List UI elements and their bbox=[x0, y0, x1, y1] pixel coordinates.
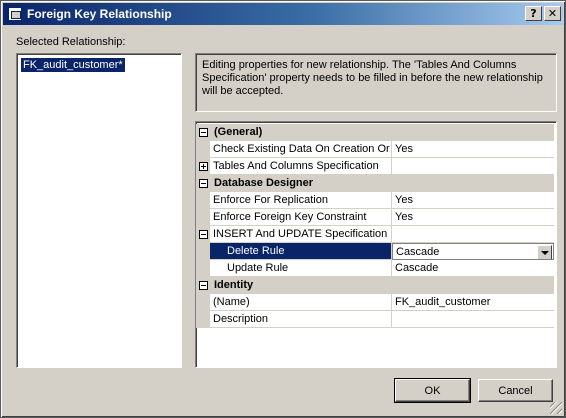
relationship-list-item[interactable]: FK_audit_customer* bbox=[21, 58, 125, 72]
property-value[interactable] bbox=[392, 226, 554, 243]
dropdown-arrow-icon[interactable] bbox=[537, 245, 552, 259]
relationship-list[interactable]: FK_audit_customer* bbox=[16, 53, 182, 368]
property-name: INSERT And UPDATE Specification bbox=[210, 226, 392, 243]
ok-button[interactable]: OK bbox=[394, 378, 471, 403]
property-value[interactable] bbox=[392, 311, 554, 328]
selected-relationship-label: Selected Relationship: bbox=[16, 36, 126, 48]
property-grid[interactable]: (General) Check Existing Data On Creatio… bbox=[195, 121, 557, 368]
property-value[interactable] bbox=[392, 158, 554, 175]
property-name: Update Rule bbox=[210, 260, 392, 277]
property-row-delete-rule[interactable]: Delete Rule Cascade bbox=[196, 243, 554, 260]
property-name: Enforce For Replication bbox=[210, 192, 392, 209]
property-row-enforce-replication[interactable]: Enforce For Replication Yes bbox=[196, 192, 554, 209]
category-database-designer[interactable]: Database Designer bbox=[196, 175, 554, 192]
row-gutter bbox=[196, 209, 210, 226]
collapse-icon[interactable] bbox=[199, 281, 208, 290]
expand-icon[interactable] bbox=[199, 162, 208, 171]
category-title: (General) bbox=[214, 126, 263, 138]
property-value[interactable]: Yes bbox=[392, 141, 554, 158]
close-button[interactable]: ✕ bbox=[544, 6, 561, 21]
property-name: Delete Rule bbox=[210, 243, 392, 260]
property-row-tables-columns[interactable]: Tables And Columns Specification bbox=[196, 158, 554, 175]
cancel-button[interactable]: Cancel bbox=[478, 379, 553, 402]
dialog-icon bbox=[8, 7, 22, 21]
info-panel: Editing properties for new relationship.… bbox=[195, 53, 557, 112]
delete-rule-dropdown[interactable]: Cascade bbox=[392, 243, 554, 260]
category-identity[interactable]: Identity bbox=[196, 277, 554, 294]
category-title: Identity bbox=[214, 279, 254, 291]
row-gutter bbox=[196, 141, 210, 158]
property-row-insert-update[interactable]: INSERT And UPDATE Specification bbox=[196, 226, 554, 243]
help-button[interactable]: ? bbox=[525, 6, 542, 21]
foreign-key-relationship-dialog: Foreign Key Relationship ? ✕ Selected Re… bbox=[0, 0, 566, 418]
row-gutter bbox=[196, 192, 210, 209]
property-row-update-rule[interactable]: Update Rule Cascade bbox=[196, 260, 554, 277]
info-text: Editing properties for new relationship.… bbox=[202, 59, 543, 97]
dropdown-value: Cascade bbox=[396, 246, 440, 258]
property-name: (Name) bbox=[210, 294, 392, 311]
property-row-check-existing[interactable]: Check Existing Data On Creation Or R Yes bbox=[196, 141, 554, 158]
row-gutter bbox=[196, 260, 210, 277]
property-row-enforce-fk[interactable]: Enforce Foreign Key Constraint Yes bbox=[196, 209, 554, 226]
dialog-title: Foreign Key Relationship bbox=[27, 7, 172, 21]
property-value[interactable]: Yes bbox=[392, 209, 554, 226]
property-name: Description bbox=[210, 311, 392, 328]
category-title: Database Designer bbox=[214, 177, 314, 189]
property-name: Check Existing Data On Creation Or R bbox=[210, 141, 392, 158]
property-name: Enforce Foreign Key Constraint bbox=[210, 209, 392, 226]
collapse-icon[interactable] bbox=[199, 128, 208, 137]
row-gutter bbox=[196, 243, 210, 260]
collapse-icon[interactable] bbox=[199, 230, 208, 239]
collapse-icon[interactable] bbox=[199, 179, 208, 188]
property-name: Tables And Columns Specification bbox=[210, 158, 392, 175]
title-bar[interactable]: Foreign Key Relationship ? ✕ bbox=[3, 3, 563, 25]
property-row-name[interactable]: (Name) FK_audit_customer bbox=[196, 294, 554, 311]
row-gutter bbox=[196, 311, 210, 328]
property-value[interactable]: Cascade bbox=[392, 260, 554, 277]
property-row-description[interactable]: Description bbox=[196, 311, 554, 328]
property-value[interactable]: Yes bbox=[392, 192, 554, 209]
property-value[interactable]: FK_audit_customer bbox=[392, 294, 554, 311]
category-general[interactable]: (General) bbox=[196, 124, 554, 141]
row-gutter bbox=[196, 294, 210, 311]
resize-grip-icon[interactable] bbox=[550, 402, 562, 414]
